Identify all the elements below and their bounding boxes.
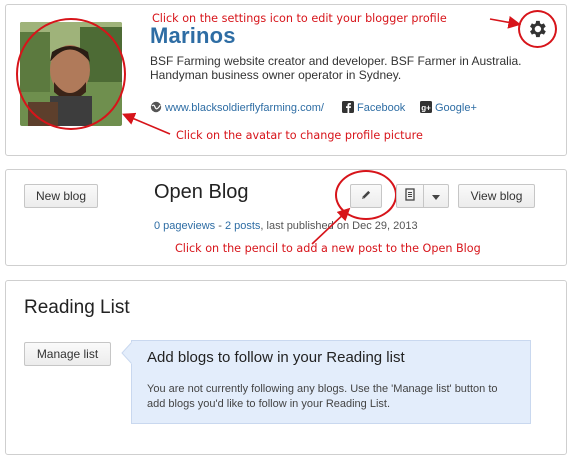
avatar-arrow: [122, 112, 171, 135]
settings-arrow: [489, 16, 522, 29]
pencil-arrow: [311, 207, 351, 245]
annotation-arrows: [122, 16, 522, 245]
